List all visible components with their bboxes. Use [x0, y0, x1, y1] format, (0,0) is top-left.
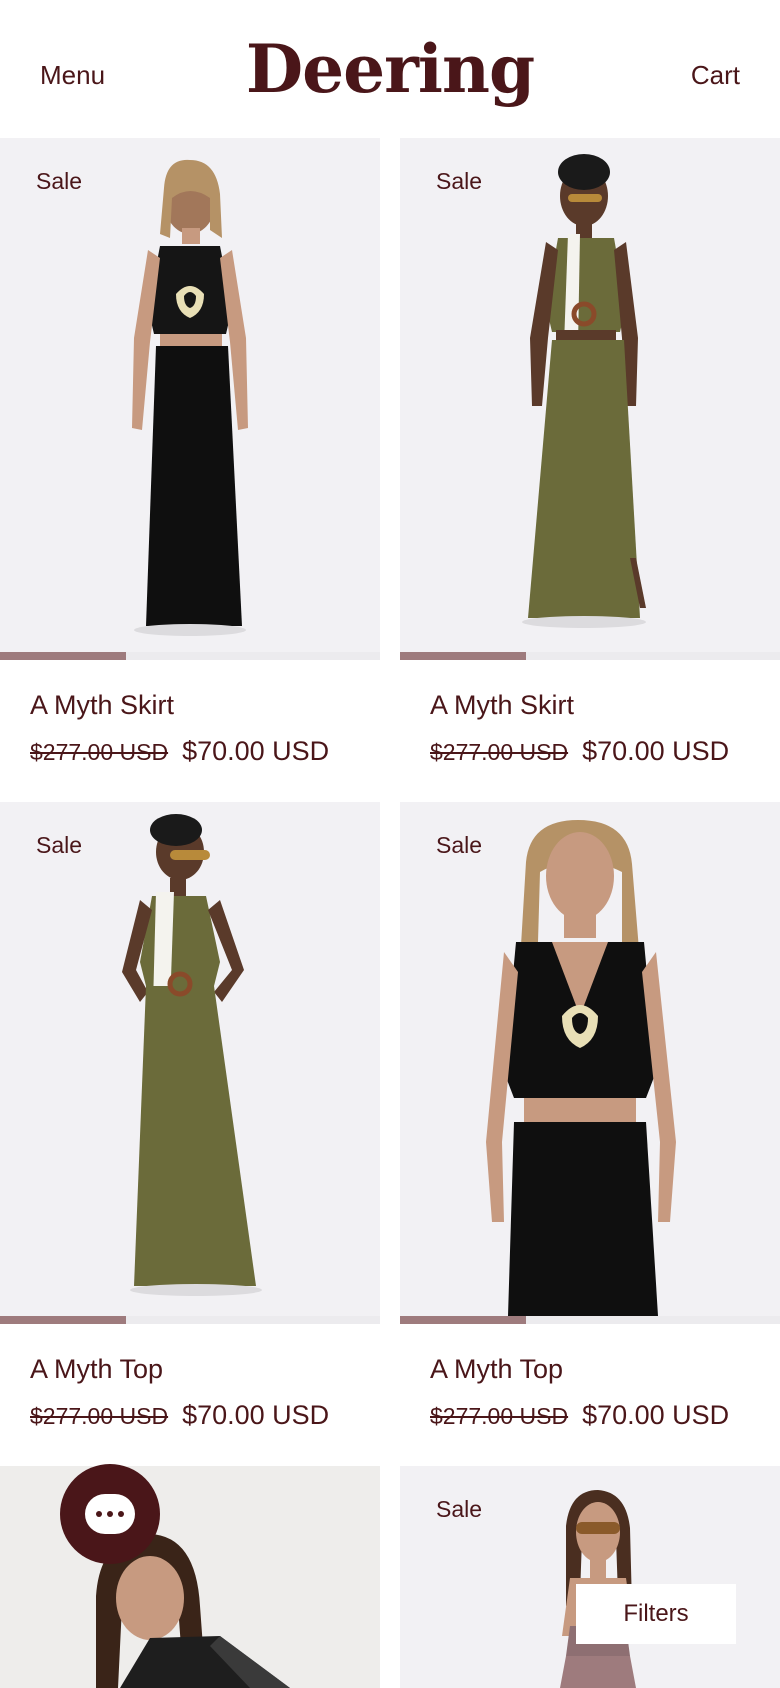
product-image[interactable] [0, 1466, 380, 1688]
price-row: $277.00 USD $70.00 USD [30, 1400, 329, 1431]
sale-price: $70.00 USD [582, 736, 730, 766]
product-title[interactable]: A Myth Top [30, 1354, 163, 1385]
model-illustration [486, 820, 676, 1316]
gallery-progress-fill [400, 1316, 526, 1324]
original-price: $277.00 USD [30, 1403, 169, 1429]
product-image[interactable]: Sale [400, 1466, 780, 1688]
sale-badge: Sale [436, 1496, 483, 1522]
model-illustration [132, 159, 248, 636]
product-card[interactable]: Sale A Myth Top $277.00 USD $70.00 USD [400, 802, 780, 1466]
original-price: $277.00 USD [430, 1403, 569, 1429]
gallery-progress-fill [0, 652, 126, 660]
sale-badge: Sale [36, 168, 83, 194]
sale-badge: Sale [436, 168, 483, 194]
sale-price: $70.00 USD [582, 1400, 730, 1430]
gallery-progress [400, 652, 780, 660]
filters-button[interactable]: Filters [576, 1584, 736, 1644]
chat-bubble-icon [85, 1494, 135, 1534]
sale-badge: Sale [436, 832, 483, 858]
brand-logo[interactable]: Deering [0, 30, 780, 108]
sale-price: $70.00 USD [182, 1400, 330, 1430]
sale-price: $70.00 USD [182, 736, 330, 766]
product-image[interactable]: Sale [400, 802, 780, 1316]
chat-dot [118, 1511, 124, 1517]
product-title[interactable]: A Myth Skirt [430, 690, 574, 721]
cart-button[interactable]: Cart [691, 60, 740, 91]
chat-dot [107, 1511, 113, 1517]
price-row: $277.00 USD $70.00 USD [30, 736, 329, 767]
product-card[interactable]: Sale [400, 1466, 780, 1688]
product-image[interactable]: Sale [0, 802, 380, 1316]
product-card[interactable]: Sale A Myth Top $277.00 USD $70.00 USD [0, 802, 380, 1466]
price-row: $277.00 USD $70.00 USD [430, 736, 729, 767]
gallery-progress [0, 652, 380, 660]
product-card[interactable]: Sale A Myth Skirt $277.00 USD $70.00 USD [400, 138, 780, 802]
site-header: Menu Deering Cart [0, 0, 780, 138]
model-illustration [522, 154, 646, 628]
gallery-progress [0, 1316, 380, 1324]
gallery-progress-fill [0, 1316, 126, 1324]
model-illustration [0, 1466, 380, 1688]
gallery-progress-fill [400, 652, 526, 660]
product-title[interactable]: A Myth Skirt [30, 690, 174, 721]
price-row: $277.00 USD $70.00 USD [430, 1400, 729, 1431]
model-illustration [122, 814, 262, 1296]
original-price: $277.00 USD [30, 739, 169, 765]
chat-button[interactable] [60, 1464, 160, 1564]
gallery-progress [400, 1316, 780, 1324]
product-image[interactable]: Sale [0, 138, 380, 652]
product-image[interactable]: Sale [400, 138, 780, 652]
product-card[interactable] [0, 1466, 380, 1688]
product-title[interactable]: A Myth Top [430, 1354, 563, 1385]
product-card[interactable]: Sale A Myth Skirt $277.00 USD $70.00 USD [0, 138, 380, 802]
original-price: $277.00 USD [430, 739, 569, 765]
chat-dot [96, 1511, 102, 1517]
sale-badge: Sale [36, 832, 83, 858]
